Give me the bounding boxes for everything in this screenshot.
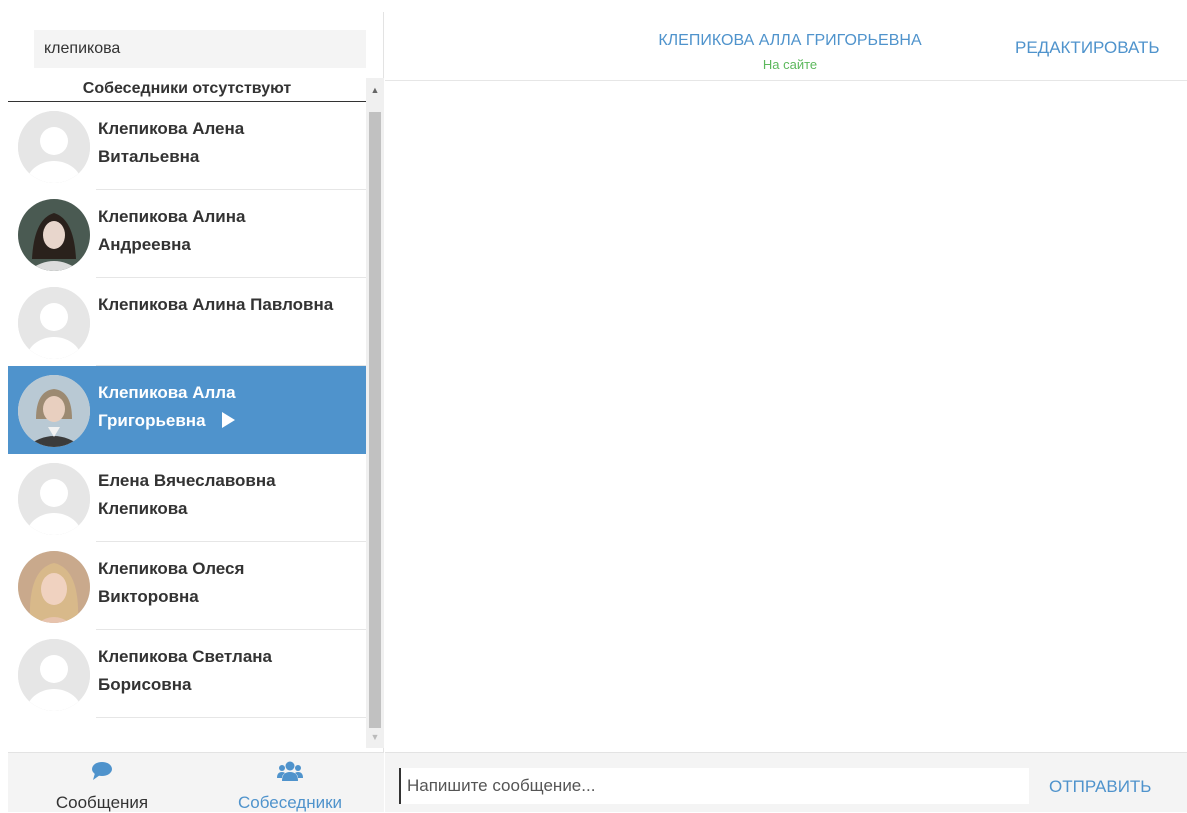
placeholder-avatar — [18, 463, 90, 535]
chat-panel: КЛЕПИКОВА АЛЛА ГРИГОРЬЕВНА На сайте РЕДА… — [385, 12, 1187, 812]
contact-name: Елена Вячеславовна Клепикова — [98, 471, 276, 518]
edit-button[interactable]: РЕДАКТИРОВАТЬ — [1015, 38, 1160, 58]
contact-item[interactable]: Клепикова Олеся Викторовна — [8, 542, 366, 630]
send-button[interactable]: ОТПРАВИТЬ — [1049, 777, 1151, 797]
photo-avatar — [18, 375, 90, 447]
search-input[interactable] — [34, 30, 366, 68]
speech-bubble-icon — [8, 761, 196, 783]
contacts-scrollbar[interactable]: ▲ ▼ — [366, 78, 384, 748]
contact-name: Клепикова Алена Витальевна — [98, 119, 245, 166]
message-composer: ОТПРАВИТЬ — [385, 752, 1187, 812]
photo-avatar — [18, 551, 90, 623]
chat-messages-area — [385, 81, 1187, 752]
contact-name: Клепикова Алина Павловна — [98, 295, 334, 314]
contact-name: Клепикова Светлана Борисовна — [98, 647, 273, 694]
contact-item[interactable]: Клепикова Светлана Борисовна — [8, 630, 366, 718]
contacts-panel: Собеседники отсутствуют Клепикова АленаВ… — [8, 12, 384, 812]
placeholder-avatar — [18, 287, 90, 359]
play-arrow-icon — [221, 412, 235, 428]
contact-item[interactable]: Елена Вячеславовна Клепикова — [8, 454, 366, 542]
chat-header: КЛЕПИКОВА АЛЛА ГРИГОРЬЕВНА На сайте РЕДА… — [385, 12, 1187, 81]
contact-item[interactable]: Клепикова Алена Витальевна — [8, 102, 366, 190]
scroll-down-icon[interactable]: ▼ — [366, 728, 384, 748]
messages-tab[interactable]: Сообщения — [8, 753, 196, 813]
message-input[interactable] — [399, 768, 1029, 804]
online-status: На сайте — [762, 57, 818, 72]
contacts-tab-label: Собеседники — [237, 793, 343, 812]
users-icon — [196, 761, 384, 783]
contact-item-active[interactable]: Клепикова Алла Григорьевна — [8, 366, 366, 454]
messages-tab-label: Сообщения — [55, 793, 149, 812]
contact-name: Клепикова Олеся Викторовна — [98, 559, 245, 606]
contacts-list: Клепикова Алена Витальевна Клепикова Алин… — [8, 102, 366, 752]
messenger-app: Собеседники отсутствуют Клепикова АленаВ… — [0, 12, 1187, 812]
placeholder-avatar — [18, 111, 90, 183]
contact-item[interactable]: Клепикова Алина Андреевна — [8, 190, 366, 278]
scroll-up-icon[interactable]: ▲ — [366, 78, 384, 98]
divider — [96, 717, 366, 718]
no-contacts-label: Собеседники отсутствуют — [8, 78, 366, 102]
photo-avatar — [18, 199, 90, 271]
placeholder-avatar — [18, 639, 90, 711]
contact-item[interactable]: Клепикова Алина Павловна — [8, 278, 366, 366]
top-strip — [0, 0, 1187, 12]
contact-name: Клепикова Алина Андреевна — [98, 207, 246, 254]
bottom-nav: Сообщения Собеседники — [8, 752, 384, 812]
contacts-tab[interactable]: Собеседники — [196, 753, 384, 813]
scroll-thumb[interactable] — [369, 112, 381, 728]
chat-contact-name[interactable]: КЛЕПИКОВА АЛЛА ГРИГОРЬЕВНА — [590, 32, 990, 50]
contact-name: Клепикова Алла Григорьевна — [98, 383, 236, 430]
